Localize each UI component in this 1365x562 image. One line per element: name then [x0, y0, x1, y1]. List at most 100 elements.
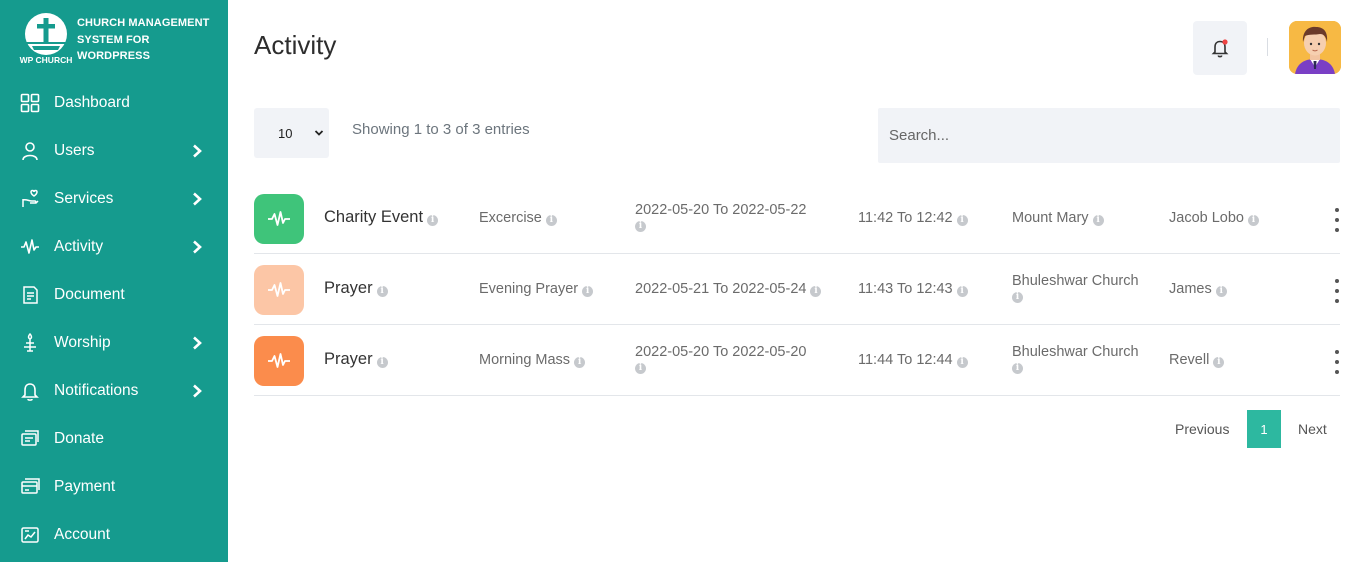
chevron-down-icon [314, 130, 324, 136]
sidebar-item-label: Worship [54, 334, 111, 351]
pulse-icon [268, 211, 290, 226]
info-icon[interactable]: i [1213, 357, 1225, 368]
info-icon[interactable]: i [376, 286, 388, 297]
info-icon[interactable]: i [1012, 292, 1023, 303]
sidebar-item-payment[interactable]: Payment [0, 463, 228, 511]
activity-type: Morning Mass i [479, 351, 586, 369]
user-icon [20, 141, 40, 161]
table-row: Charity Event i Excercise i 2022-05-20 To … [254, 183, 1340, 254]
activity-name: Prayer i [324, 279, 388, 297]
brand-title: CHURCH MANAGEMENT SYSTEM FOR WORDPRESS [77, 17, 210, 62]
info-icon[interactable]: i [956, 357, 968, 368]
info-icon[interactable]: i [1012, 363, 1023, 374]
sidebar-item-dashboard[interactable]: Dashboard [0, 79, 228, 127]
info-icon[interactable]: i [574, 357, 586, 368]
activity-time: 11:44 To 12:44 i [858, 351, 968, 369]
activity-time: 11:42 To 12:42 i [858, 209, 968, 227]
activity-dates-text: 2022-05-20 To 2022-05-22 [635, 202, 807, 218]
sidebar-item-worship[interactable]: Worship [0, 319, 228, 367]
sidebar-item-document[interactable]: Document [0, 271, 228, 319]
info-icon[interactable]: i [427, 215, 439, 226]
activity-type: Evening Prayer i [479, 280, 594, 298]
activity-time: 11:43 To 12:43 i [858, 280, 968, 298]
info-icon[interactable]: i [635, 363, 646, 374]
sidebar-item-notifications[interactable]: Notifications [0, 367, 228, 415]
notifications-button[interactable] [1193, 21, 1247, 75]
donate-icon [20, 429, 40, 449]
activity-time-text: 11:43 To 12:43 [858, 281, 953, 297]
activity-person: Revell i [1169, 351, 1225, 369]
activity-dates: 2022-05-20 To 2022-05-22 i [635, 201, 806, 232]
row-menu-button[interactable] [1332, 350, 1342, 374]
document-icon [20, 285, 40, 305]
table-row: Prayer i Evening Prayer i 2022-05-21 To 20… [254, 254, 1340, 325]
page-title: Activity [254, 30, 337, 60]
brand[interactable]: WP CHURCH CHURCH MANAGEMENT SYSTEM FOR W… [18, 12, 217, 66]
activity-venue: Mount Mary i [1012, 209, 1104, 227]
row-menu-button[interactable] [1332, 208, 1342, 232]
activity-person-text: Revell [1169, 352, 1210, 368]
chevron-right-icon [193, 240, 202, 254]
grid-icon [20, 93, 40, 113]
page-length-select[interactable]: 10 [254, 108, 329, 158]
chevron-right-icon [193, 384, 202, 398]
logo-text: WP CHURCH [20, 55, 73, 65]
bell-icon [20, 381, 40, 401]
pulse-icon [268, 282, 290, 297]
sidebar-item-account[interactable]: Account [0, 511, 228, 559]
sidebar-nav: Dashboard Users Services Activity Docume… [0, 79, 228, 559]
table-row: Prayer i Morning Mass i 2022-05-20 To 2022… [254, 325, 1340, 396]
info-icon[interactable]: i [635, 221, 646, 232]
activity-type-text: Evening Prayer [479, 281, 579, 297]
info-icon[interactable]: i [956, 286, 968, 297]
sidebar-item-label: Donate [54, 430, 104, 447]
notification-dot [1222, 39, 1228, 45]
info-icon[interactable]: i [810, 286, 822, 297]
sidebar-item-donate[interactable]: Donate [0, 415, 228, 463]
sidebar-item-label: Dashboard [54, 94, 130, 111]
activity-person: James i [1169, 280, 1227, 298]
activity-dates: 2022-05-21 To 2022-05-24 i [635, 280, 822, 298]
activity-venue: Bhuleshwar Church i [1012, 343, 1139, 374]
activity-dates: 2022-05-20 To 2022-05-20 i [635, 343, 806, 374]
info-icon[interactable]: i [956, 215, 968, 226]
candle-icon [20, 333, 40, 353]
user-avatar[interactable] [1289, 21, 1341, 74]
activity-venue-text: Mount Mary [1012, 210, 1089, 226]
row-menu-button[interactable] [1332, 279, 1342, 303]
activity-tile [254, 194, 304, 244]
chevron-right-icon [193, 144, 202, 158]
search-input[interactable] [878, 108, 1340, 163]
pagination-next[interactable]: Next [1298, 421, 1327, 437]
activity-venue-text: Bhuleshwar Church [1012, 344, 1139, 360]
sidebar-item-services[interactable]: Services [0, 175, 228, 223]
activity-name-text: Charity Event [324, 208, 424, 226]
activity-person: Jacob Lobo i [1169, 209, 1259, 227]
activity-name-text: Prayer [324, 279, 373, 297]
sidebar-item-label: Services [54, 190, 114, 207]
activity-tile [254, 265, 304, 315]
info-icon[interactable]: i [545, 215, 557, 226]
activity-type-text: Excercise [479, 210, 542, 226]
info-icon[interactable]: i [582, 286, 594, 297]
chevron-right-icon [193, 192, 202, 206]
pagination-page-1[interactable]: 1 [1247, 410, 1281, 448]
entries-info: Showing 1 to 3 of 3 entries [352, 121, 530, 138]
sidebar-item-activity[interactable]: Activity [0, 223, 228, 271]
pulse-icon [20, 237, 40, 257]
activity-time-text: 11:42 To 12:42 [858, 210, 953, 226]
sidebar-item-users[interactable]: Users [0, 127, 228, 175]
payment-icon [20, 477, 40, 497]
activity-type: Excercise i [479, 209, 557, 227]
info-icon[interactable]: i [1247, 215, 1259, 226]
info-icon[interactable]: i [1215, 286, 1227, 297]
activity-venue-text: Bhuleshwar Church [1012, 273, 1139, 289]
info-icon[interactable]: i [376, 357, 388, 368]
chevron-right-icon [193, 336, 202, 350]
info-icon[interactable]: i [1092, 215, 1104, 226]
bell-icon [1211, 39, 1229, 58]
activity-name: Prayer i [324, 350, 388, 368]
header-divider [1267, 38, 1268, 56]
pagination-previous[interactable]: Previous [1175, 421, 1229, 437]
pulse-icon [268, 353, 290, 368]
